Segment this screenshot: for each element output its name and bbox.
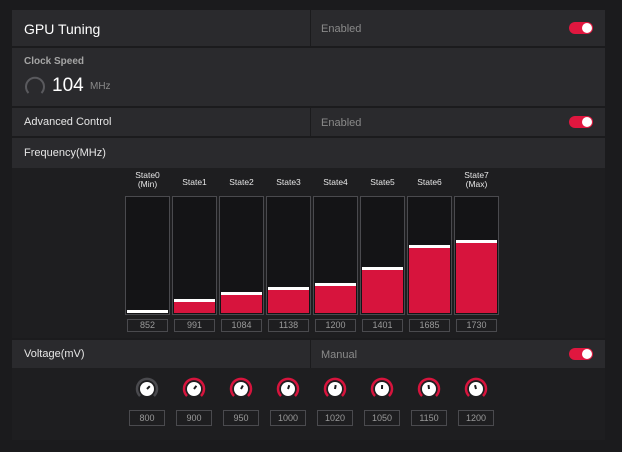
clock-speed-value: 104 <box>52 75 84 96</box>
state-slider-1[interactable] <box>172 196 217 315</box>
state-frequency-value[interactable]: 991 <box>174 319 215 332</box>
state-frequency-value[interactable]: 1730 <box>456 319 497 332</box>
voltage-dial-icon[interactable] <box>229 377 253 401</box>
state-name-line2: State1 <box>182 177 207 187</box>
voltage-dial-icon[interactable] <box>182 377 206 401</box>
voltage-value[interactable]: 1200 <box>458 410 494 426</box>
voltage-knobs: 800 900 950 1000 1020 1050 1150 1200 <box>12 368 605 440</box>
state-slider-fill[interactable] <box>221 292 262 313</box>
toggle-knob <box>582 349 592 359</box>
advanced-control-title: Advanced Control <box>24 116 112 128</box>
voltage-value[interactable]: 1050 <box>364 410 400 426</box>
toggle-knob <box>582 117 592 127</box>
clock-speed-unit: MHz <box>90 81 111 92</box>
state-name-line2: (Min) <box>137 179 158 189</box>
gpu-tuning-status: Enabled <box>321 23 362 35</box>
state-frequency-value[interactable]: 1401 <box>362 319 403 332</box>
state-name-line2: (Max) <box>465 179 488 189</box>
voltage-dial-icon[interactable] <box>323 377 347 401</box>
advanced-control-toggle[interactable] <box>569 116 593 128</box>
voltage-value[interactable]: 1020 <box>317 410 353 426</box>
voltage-status: Manual <box>321 349 358 361</box>
advanced-control-row: Advanced Control Enabled <box>12 108 605 136</box>
state-slider-3[interactable] <box>266 196 311 315</box>
state-slider-2[interactable] <box>219 196 264 315</box>
voltage-value[interactable]: 1000 <box>270 410 306 426</box>
voltage-value[interactable]: 950 <box>223 410 259 426</box>
state-name-line2: State2 <box>229 177 254 187</box>
state-slider-fill[interactable] <box>268 287 309 313</box>
voltage-dial-icon[interactable] <box>417 377 441 401</box>
state-frequency-value[interactable]: 1138 <box>268 319 309 332</box>
state-slider-fill[interactable] <box>174 299 215 313</box>
gpu-tuning-control: Enabled <box>310 10 605 46</box>
frequency-title: Frequency(MHz) <box>24 147 106 159</box>
state-frequency-value[interactable]: 1084 <box>221 319 262 332</box>
frequency-states: State0 (Min) 852 State1 991 State2 1084 State3 1… <box>12 168 605 338</box>
gpu-tuning-panel: GPU Tuning Enabled Clock Speed 104 MHz A… <box>12 10 605 440</box>
voltage-title: Voltage(mV) <box>24 348 85 360</box>
gpu-tuning-row: GPU Tuning Enabled <box>12 10 605 46</box>
state-frequency-value[interactable]: 1200 <box>315 319 356 332</box>
state-slider-5[interactable] <box>360 196 405 315</box>
state-name-line2: State4 <box>323 177 348 187</box>
clock-gauge-icon <box>25 76 45 94</box>
state-name-line2: State3 <box>276 177 301 187</box>
advanced-control-status: Enabled <box>321 117 362 129</box>
voltage-value[interactable]: 800 <box>129 410 165 426</box>
state-slider-fill[interactable] <box>362 267 403 313</box>
voltage-value[interactable]: 1150 <box>411 410 447 426</box>
state-slider-7[interactable] <box>454 196 499 315</box>
state-slider-0[interactable] <box>125 196 170 315</box>
state-frequency-value[interactable]: 1685 <box>409 319 450 332</box>
voltage-dial-icon[interactable] <box>135 377 159 401</box>
state-name-line2: State5 <box>370 177 395 187</box>
state-slider-fill[interactable] <box>456 240 497 313</box>
state-name-line2: State6 <box>417 177 442 187</box>
gpu-tuning-title: GPU Tuning <box>24 21 101 37</box>
state-slider-fill[interactable] <box>315 283 356 313</box>
clock-speed-row: Clock Speed 104 MHz <box>12 48 605 106</box>
advanced-control-control: Enabled <box>310 108 605 136</box>
state-frequency-value[interactable]: 852 <box>127 319 168 332</box>
state-slider-4[interactable] <box>313 196 358 315</box>
voltage-toggle[interactable] <box>569 348 593 360</box>
voltage-value[interactable]: 900 <box>176 410 212 426</box>
voltage-control: Manual <box>310 340 605 368</box>
clock-speed-label: Clock Speed <box>24 56 85 67</box>
state-slider-fill[interactable] <box>127 310 168 313</box>
gpu-tuning-toggle[interactable] <box>569 22 593 34</box>
voltage-dial-icon[interactable] <box>276 377 300 401</box>
state-slider-6[interactable] <box>407 196 452 315</box>
voltage-dial-icon[interactable] <box>464 377 488 401</box>
voltage-row: Voltage(mV) Manual <box>12 340 605 368</box>
frequency-header-row: Frequency(MHz) <box>12 138 605 168</box>
toggle-knob <box>582 23 592 33</box>
state-slider-fill[interactable] <box>409 245 450 313</box>
voltage-dial-icon[interactable] <box>370 377 394 401</box>
